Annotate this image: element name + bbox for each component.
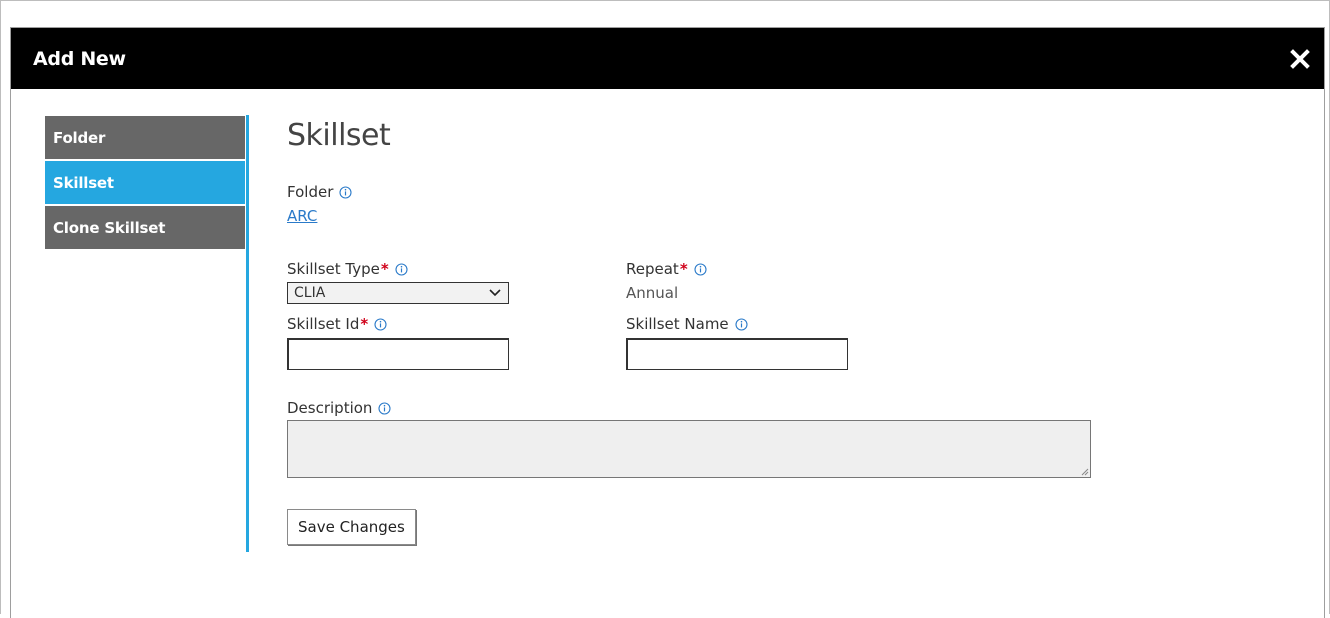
repeat-label: Repeat: [626, 260, 679, 278]
sidebar-item-clone-skillset[interactable]: Clone Skillset: [45, 206, 245, 249]
skillset-name-input[interactable]: [626, 338, 848, 370]
page-title: Skillset: [287, 118, 391, 153]
required-marker: *: [380, 260, 389, 278]
save-changes-button[interactable]: Save Changes: [287, 509, 416, 545]
required-marker: *: [679, 260, 688, 278]
sidebar-item-label: Skillset: [53, 173, 114, 192]
description-label-row: Description: [287, 399, 391, 417]
info-icon[interactable]: [694, 262, 707, 276]
dialog-titlebar: Add New: [11, 28, 1324, 89]
repeat-value: Annual: [626, 284, 679, 302]
folder-label: Folder: [287, 183, 334, 201]
info-icon[interactable]: [735, 317, 748, 331]
sidebar-item-skillset[interactable]: Skillset: [45, 161, 245, 204]
skillset-id-label-row: Skillset Id *: [287, 315, 387, 333]
sidebar-divider: [246, 115, 249, 552]
resize-grip-icon[interactable]: [1080, 467, 1089, 476]
add-new-dialog: Add New Folder Skillset Clone Skillset S…: [10, 27, 1325, 618]
description-label: Description: [287, 399, 373, 417]
skillset-name-label-row: Skillset Name: [626, 315, 748, 333]
skillset-name-label: Skillset Name: [626, 315, 729, 333]
chevron-down-icon: [489, 289, 501, 297]
repeat-label-row: Repeat *: [626, 260, 707, 278]
info-icon[interactable]: [374, 317, 387, 331]
skillset-id-label: Skillset Id: [287, 315, 360, 333]
sidebar-item-label: Clone Skillset: [53, 218, 166, 237]
skillset-type-label: Skillset Type: [287, 260, 380, 278]
close-button[interactable]: [1288, 47, 1312, 71]
skillset-id-input[interactable]: [287, 338, 509, 370]
sidebar-item-label: Folder: [53, 128, 106, 147]
required-marker: *: [360, 315, 369, 333]
info-icon[interactable]: [339, 185, 352, 199]
close-icon: [1290, 48, 1310, 69]
skillset-type-select[interactable]: CLIA: [287, 282, 509, 304]
sidebar-nav: Folder Skillset Clone Skillset: [45, 116, 245, 251]
description-textarea[interactable]: [287, 420, 1091, 478]
skillset-type-label-row: Skillset Type *: [287, 260, 408, 278]
skillset-type-value: CLIA: [294, 285, 326, 301]
sidebar-item-folder[interactable]: Folder: [45, 116, 245, 159]
info-icon[interactable]: [395, 262, 408, 276]
folder-label-row: Folder: [287, 183, 352, 201]
info-icon[interactable]: [378, 401, 391, 415]
dialog-title: Add New: [33, 47, 126, 70]
folder-link[interactable]: ARC: [287, 207, 317, 225]
